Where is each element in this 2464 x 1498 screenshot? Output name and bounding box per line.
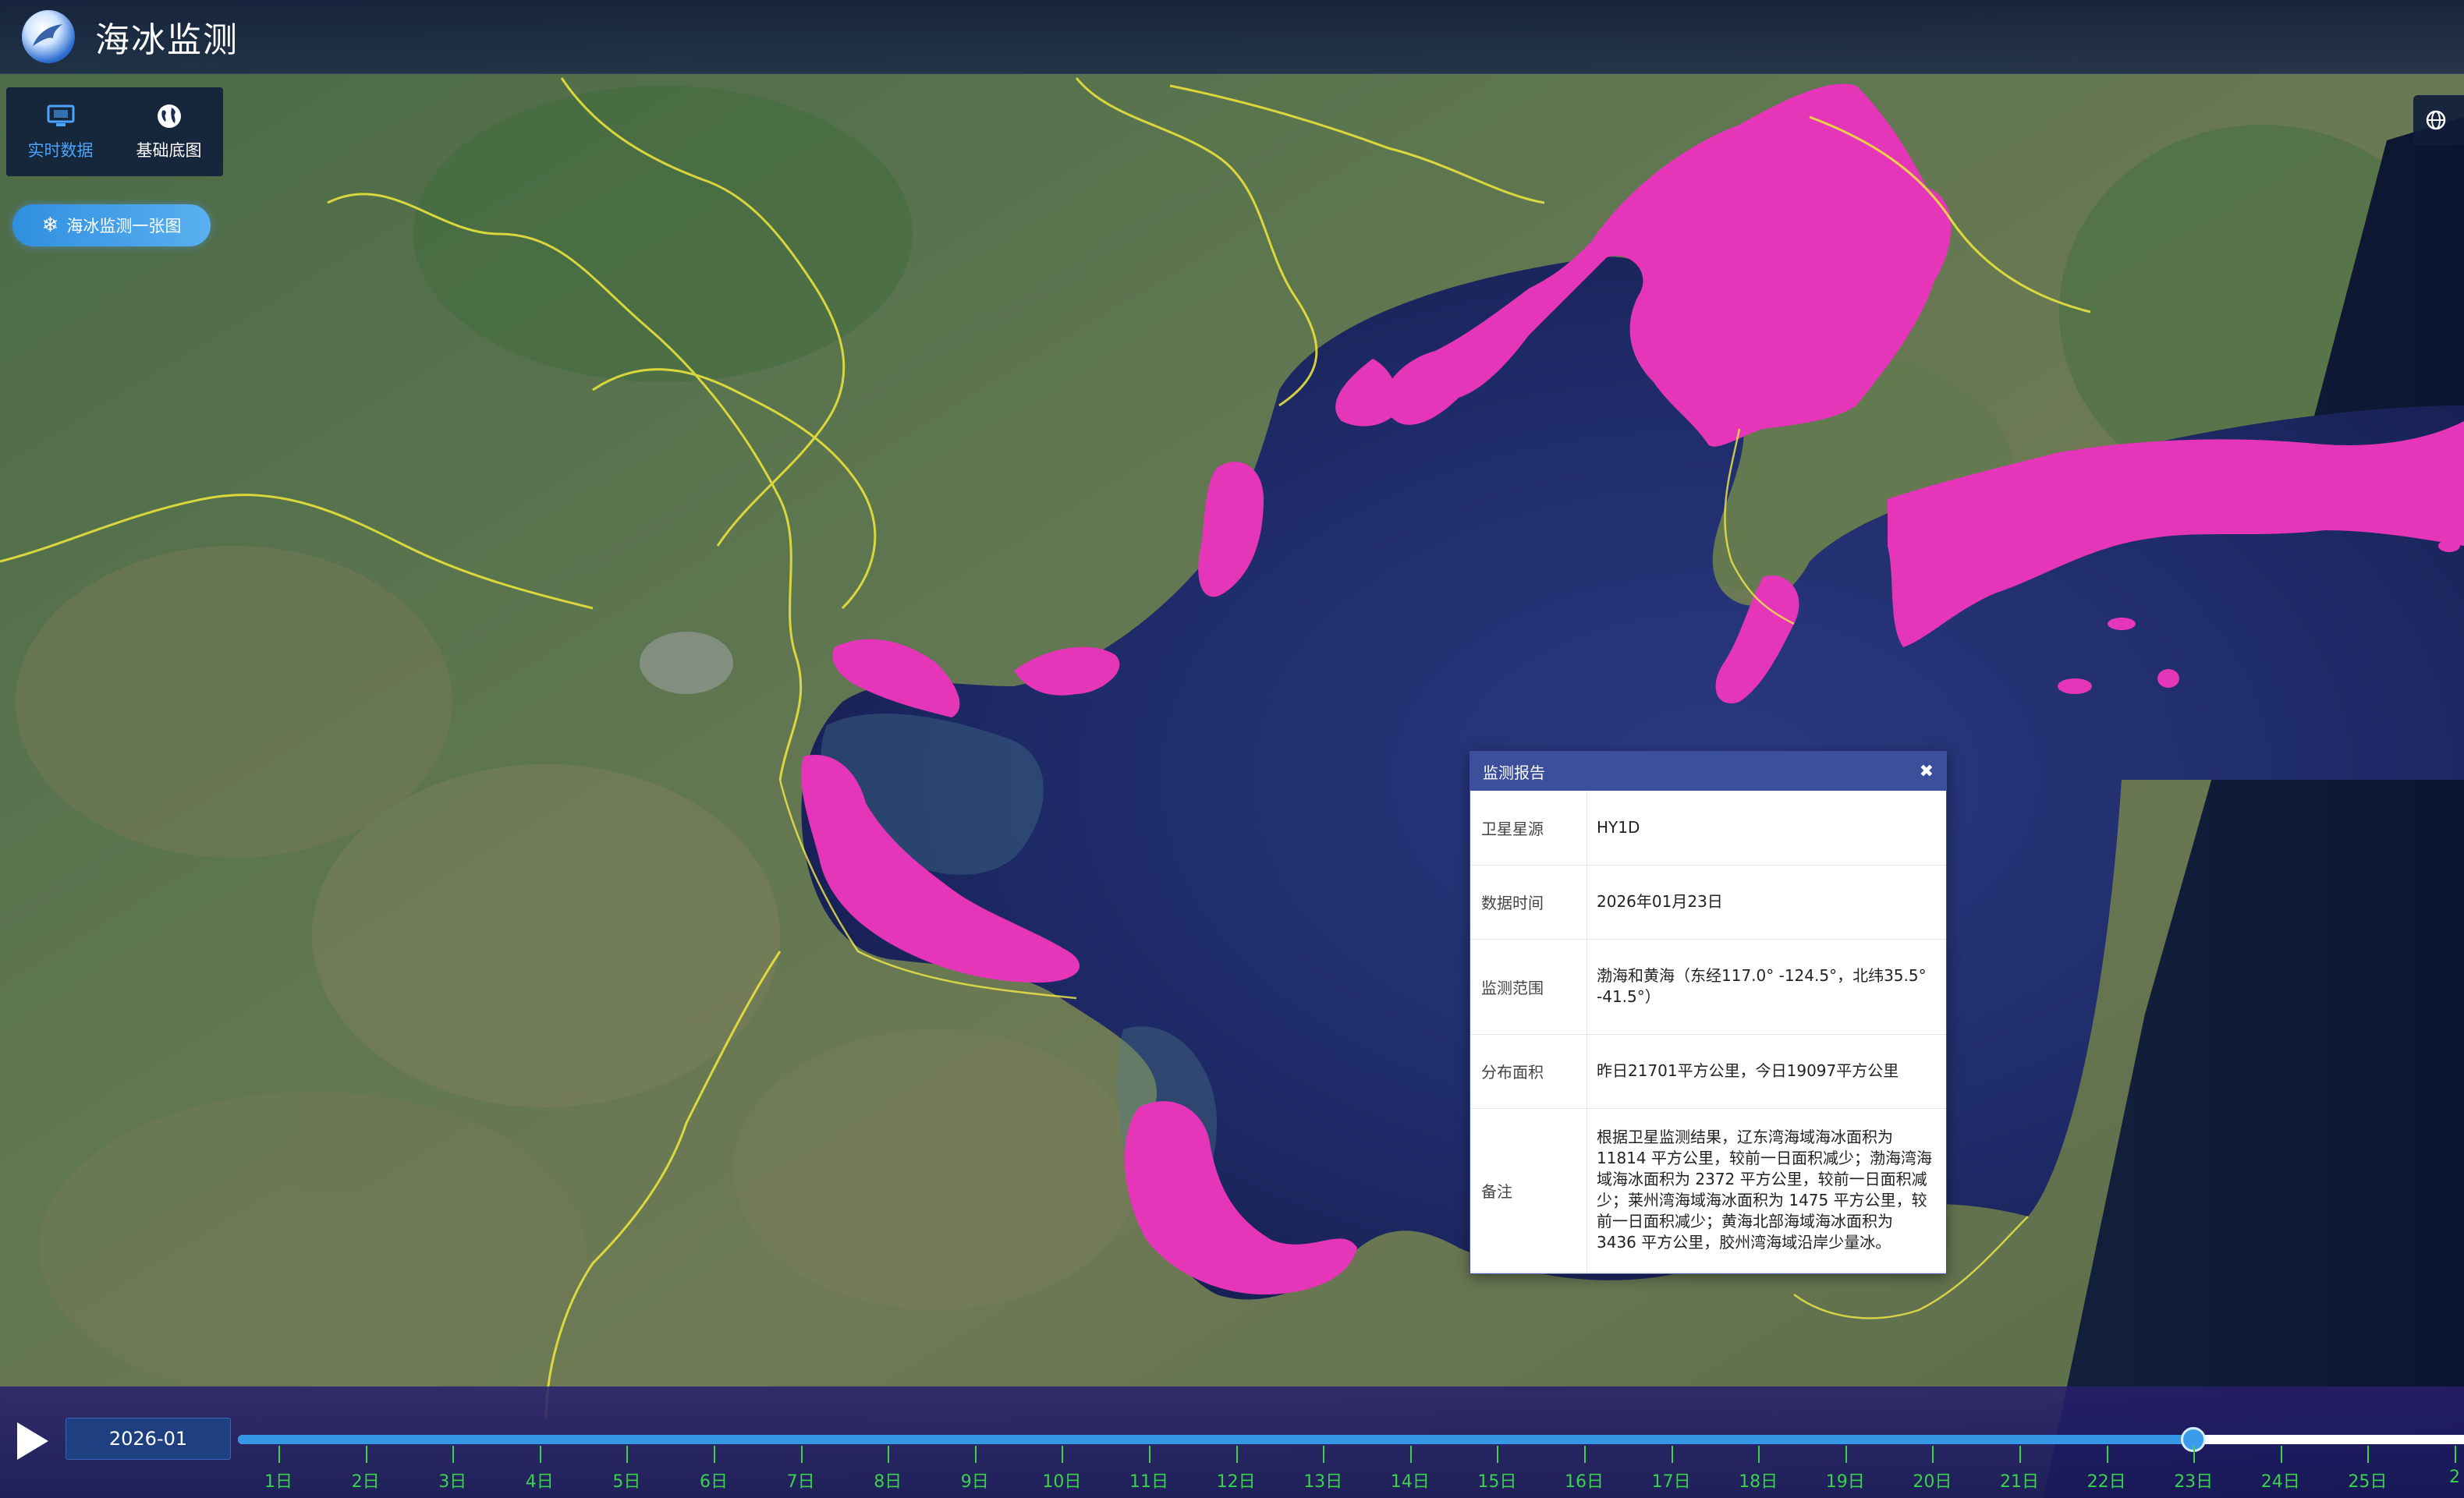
timeline-tick xyxy=(2455,1446,2456,1463)
timeline-day-label[interactable]: 2 xyxy=(2431,1468,2464,1487)
sea-ice-map-button[interactable]: ❄ 海冰监测一张图 xyxy=(12,204,211,246)
timeline-day-label[interactable]: 22日 xyxy=(2083,1468,2130,1493)
sea-ice-logo xyxy=(22,10,75,63)
timeline-tick xyxy=(1758,1446,1760,1463)
timeline-day-label[interactable]: 24日 xyxy=(2257,1468,2304,1493)
app-header: 海冰监测 xyxy=(0,0,2464,74)
timeline-tick xyxy=(1236,1446,1238,1463)
monitor-icon xyxy=(45,102,76,130)
timeline-day-label[interactable]: 1日 xyxy=(255,1468,302,1493)
timeline-tick xyxy=(1323,1446,1325,1463)
report-row: 分布面积 昨日21701平方公里，今日19097平方公里 xyxy=(1470,1034,1946,1109)
timeline-day-label[interactable]: 19日 xyxy=(1822,1468,1869,1493)
app-title: 海冰监测 xyxy=(95,20,239,60)
globe-small-icon xyxy=(2426,110,2446,130)
timeline-day-label[interactable]: 4日 xyxy=(516,1468,563,1493)
timeline-day-label[interactable]: 5日 xyxy=(603,1468,650,1493)
timeline-tick xyxy=(1584,1446,1586,1463)
realtime-data-button[interactable]: 实时数据 xyxy=(28,102,94,161)
report-value: 根据卫星监测结果，辽东湾海域海冰面积为 11814 平方公里，较前一日面积减少；… xyxy=(1587,1108,1946,1273)
timeline-day-label[interactable]: 7日 xyxy=(778,1468,824,1493)
timeline-day-label[interactable]: 25日 xyxy=(2344,1468,2391,1493)
report-value: 昨日21701平方公里，今日19097平方公里 xyxy=(1587,1034,1946,1109)
timeline-day-label[interactable]: 23日 xyxy=(2170,1468,2217,1493)
timeline-tick xyxy=(1671,1446,1673,1463)
layer-switch-button[interactable] xyxy=(2413,95,2464,145)
globe-icon xyxy=(154,102,185,130)
timeline-tick xyxy=(2367,1446,2370,1463)
tool-panel: 实时数据 基础底图 xyxy=(6,87,223,176)
timeline-day-label[interactable]: 3日 xyxy=(429,1468,476,1493)
timeline-ticks: 1日 2日 3日 4日 5日 6日 7日 8日 9日 10日 11日 12日 13日 14日 15日 16日 1… xyxy=(0,1386,2464,1498)
timeline-day-label[interactable]: 9日 xyxy=(952,1468,998,1493)
timeline-tick xyxy=(365,1446,367,1463)
report-header: 监测报告 ✖ xyxy=(1470,752,1946,791)
report-value: 渤海和黄海（东经117.0° -124.5°，北纬35.5° -41.5°） xyxy=(1587,939,1946,1035)
timeline-day-label[interactable]: 21日 xyxy=(1996,1468,2043,1493)
report-key: 备注 xyxy=(1470,1108,1587,1273)
report-row: 数据时间 2026年01月23日 xyxy=(1470,865,1946,940)
timeline-day-label[interactable]: 20日 xyxy=(1909,1468,1955,1493)
timeline-day-label[interactable]: 13日 xyxy=(1299,1468,1346,1493)
timeline-tick xyxy=(714,1446,715,1463)
report-row: 备注 根据卫星监测结果，辽东湾海域海冰面积为 11814 平方公里，较前一日面积… xyxy=(1470,1108,1946,1273)
close-icon[interactable]: ✖ xyxy=(1920,762,1934,781)
timeline-tick xyxy=(2019,1446,2021,1463)
report-row: 卫星星源 HY1D xyxy=(1470,791,1946,866)
timeline-day-label[interactable]: 11日 xyxy=(1126,1468,1172,1493)
report-value: 2026年01月23日 xyxy=(1587,865,1946,940)
timeline-tick xyxy=(974,1446,977,1463)
timeline-day-label[interactable]: 2日 xyxy=(342,1468,389,1493)
report-key: 卫星星源 xyxy=(1470,791,1587,866)
timeline-day-label[interactable]: 17日 xyxy=(1648,1468,1695,1493)
report-row: 监测范围 渤海和黄海（东经117.0° -124.5°，北纬35.5° -41.… xyxy=(1470,939,1946,1035)
timeline-bar: 2026-01 1日 2日 3日 4日 5日 6日 7日 8日 9日 10日 11日 12日 13日 14… xyxy=(0,1386,2464,1498)
timeline-tick xyxy=(1845,1446,1847,1463)
realtime-data-label: 实时数据 xyxy=(27,141,94,160)
timeline-tick xyxy=(1149,1446,1150,1463)
timeline-day-label[interactable]: 10日 xyxy=(1038,1468,1085,1493)
timeline-day-label[interactable]: 15日 xyxy=(1473,1468,1520,1493)
timeline-tick xyxy=(888,1446,890,1463)
satellite-map[interactable] xyxy=(0,0,2464,1498)
timeline-tick xyxy=(2280,1446,2282,1463)
timeline-day-label[interactable]: 12日 xyxy=(1213,1468,1260,1493)
timeline-tick xyxy=(2193,1446,2196,1463)
report-table: 卫星星源 HY1D 数据时间 2026年01月23日 监测范围 渤海和黄海（东经… xyxy=(1470,791,1946,1273)
timeline-tick xyxy=(1409,1446,1412,1463)
timeline-tick xyxy=(626,1446,629,1463)
report-value: HY1D xyxy=(1587,791,1946,866)
report-title: 监测报告 xyxy=(1483,763,1545,782)
timeline-day-label[interactable]: 6日 xyxy=(690,1468,737,1493)
report-key: 监测范围 xyxy=(1470,939,1587,1035)
report-key: 数据时间 xyxy=(1470,865,1587,940)
timeline-day-label[interactable]: 8日 xyxy=(864,1468,911,1493)
timeline-tick xyxy=(452,1446,455,1463)
base-map-label: 基础底图 xyxy=(136,141,202,160)
snowflake-icon: ❄ xyxy=(41,214,59,237)
sea-ice-map-label: 海冰监测一张图 xyxy=(66,217,182,236)
timeline-tick xyxy=(1062,1446,1064,1463)
timeline-day-label[interactable]: 16日 xyxy=(1561,1468,1608,1493)
timeline-tick xyxy=(1497,1446,1499,1463)
monitoring-report-popup: 监测报告 ✖ 卫星星源 HY1D 数据时间 2026年01月23日 监测范围 渤… xyxy=(1470,751,1947,1274)
timeline-day-label[interactable]: 14日 xyxy=(1387,1468,1434,1493)
timeline-tick xyxy=(2106,1446,2108,1463)
report-key: 分布面积 xyxy=(1470,1034,1587,1109)
timeline-day-label[interactable]: 18日 xyxy=(1735,1468,1782,1493)
timeline-tick xyxy=(539,1446,541,1463)
base-map-button[interactable]: 基础底图 xyxy=(136,102,202,161)
timeline-tick xyxy=(800,1446,803,1463)
map-canvas xyxy=(0,0,2464,1498)
timeline-tick xyxy=(1932,1446,1934,1463)
timeline-tick xyxy=(278,1446,280,1463)
